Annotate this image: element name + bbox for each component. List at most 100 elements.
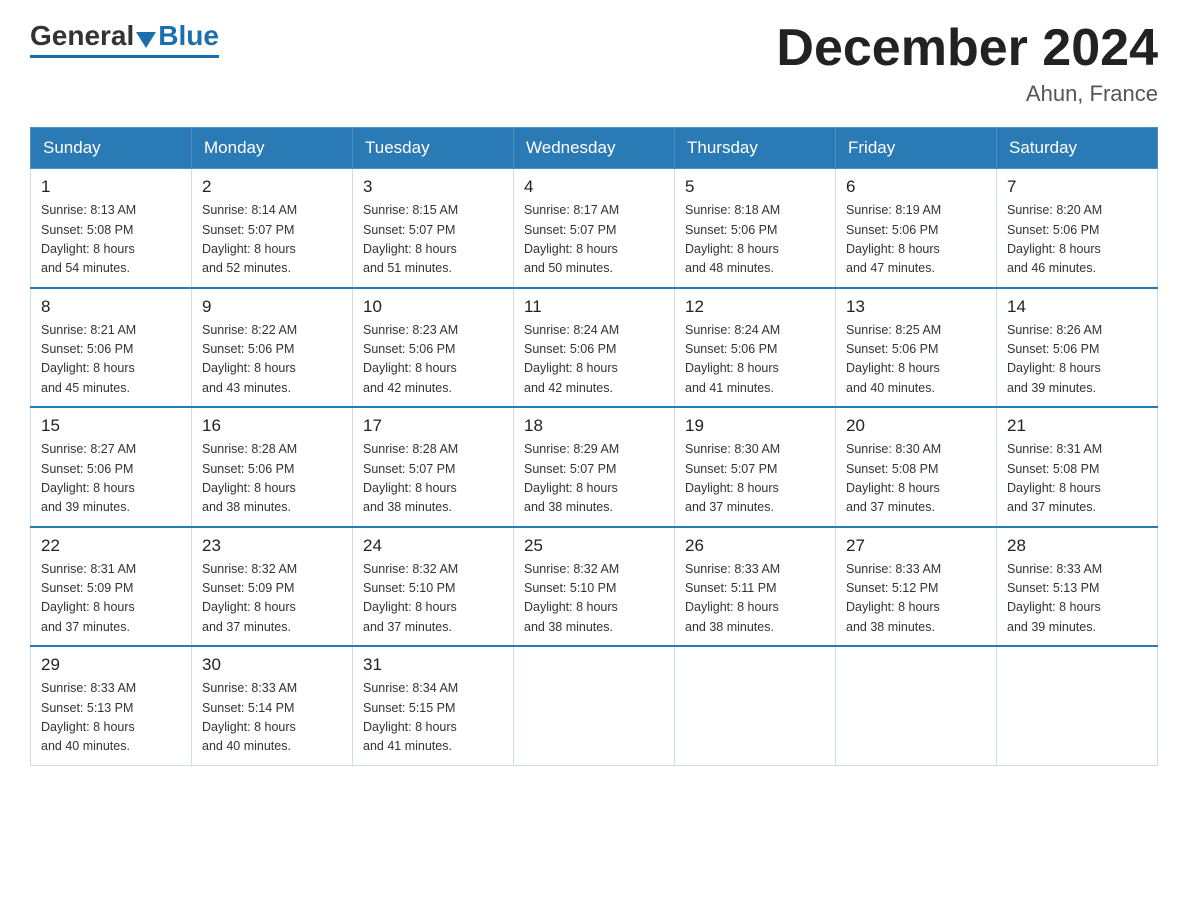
logo: General Blue: [30, 20, 219, 58]
day-info: Sunrise: 8:31 AMSunset: 5:08 PMDaylight:…: [1007, 440, 1147, 518]
day-number: 4: [524, 177, 664, 197]
table-row: 9 Sunrise: 8:22 AMSunset: 5:06 PMDayligh…: [192, 288, 353, 408]
day-info: Sunrise: 8:24 AMSunset: 5:06 PMDaylight:…: [685, 321, 825, 399]
table-row: 11 Sunrise: 8:24 AMSunset: 5:06 PMDaylig…: [514, 288, 675, 408]
table-row: 13 Sunrise: 8:25 AMSunset: 5:06 PMDaylig…: [836, 288, 997, 408]
calendar-week-row: 22 Sunrise: 8:31 AMSunset: 5:09 PMDaylig…: [31, 527, 1158, 647]
day-info: Sunrise: 8:20 AMSunset: 5:06 PMDaylight:…: [1007, 201, 1147, 279]
day-number: 3: [363, 177, 503, 197]
day-number: 11: [524, 297, 664, 317]
table-row: 27 Sunrise: 8:33 AMSunset: 5:12 PMDaylig…: [836, 527, 997, 647]
table-row: 7 Sunrise: 8:20 AMSunset: 5:06 PMDayligh…: [997, 169, 1158, 288]
day-info: Sunrise: 8:13 AMSunset: 5:08 PMDaylight:…: [41, 201, 181, 279]
day-number: 13: [846, 297, 986, 317]
day-number: 21: [1007, 416, 1147, 436]
calendar-header-row: Sunday Monday Tuesday Wednesday Thursday…: [31, 128, 1158, 169]
table-row: 17 Sunrise: 8:28 AMSunset: 5:07 PMDaylig…: [353, 407, 514, 527]
table-row: 21 Sunrise: 8:31 AMSunset: 5:08 PMDaylig…: [997, 407, 1158, 527]
calendar-table: Sunday Monday Tuesday Wednesday Thursday…: [30, 127, 1158, 766]
day-info: Sunrise: 8:26 AMSunset: 5:06 PMDaylight:…: [1007, 321, 1147, 399]
day-info: Sunrise: 8:32 AMSunset: 5:10 PMDaylight:…: [363, 560, 503, 638]
day-number: 25: [524, 536, 664, 556]
logo-triangle-icon: [136, 32, 156, 48]
table-row: 29 Sunrise: 8:33 AMSunset: 5:13 PMDaylig…: [31, 646, 192, 765]
day-info: Sunrise: 8:23 AMSunset: 5:06 PMDaylight:…: [363, 321, 503, 399]
day-info: Sunrise: 8:21 AMSunset: 5:06 PMDaylight:…: [41, 321, 181, 399]
day-number: 16: [202, 416, 342, 436]
table-row: 16 Sunrise: 8:28 AMSunset: 5:06 PMDaylig…: [192, 407, 353, 527]
table-row: 12 Sunrise: 8:24 AMSunset: 5:06 PMDaylig…: [675, 288, 836, 408]
header-saturday: Saturday: [997, 128, 1158, 169]
day-info: Sunrise: 8:30 AMSunset: 5:08 PMDaylight:…: [846, 440, 986, 518]
calendar-week-row: 1 Sunrise: 8:13 AMSunset: 5:08 PMDayligh…: [31, 169, 1158, 288]
day-info: Sunrise: 8:33 AMSunset: 5:13 PMDaylight:…: [41, 679, 181, 757]
day-info: Sunrise: 8:29 AMSunset: 5:07 PMDaylight:…: [524, 440, 664, 518]
day-number: 24: [363, 536, 503, 556]
day-info: Sunrise: 8:17 AMSunset: 5:07 PMDaylight:…: [524, 201, 664, 279]
table-row: 5 Sunrise: 8:18 AMSunset: 5:06 PMDayligh…: [675, 169, 836, 288]
day-number: 2: [202, 177, 342, 197]
title-section: December 2024 Ahun, France: [776, 20, 1158, 107]
day-number: 29: [41, 655, 181, 675]
table-row: 20 Sunrise: 8:30 AMSunset: 5:08 PMDaylig…: [836, 407, 997, 527]
day-info: Sunrise: 8:30 AMSunset: 5:07 PMDaylight:…: [685, 440, 825, 518]
month-title: December 2024: [776, 20, 1158, 77]
table-row: 14 Sunrise: 8:26 AMSunset: 5:06 PMDaylig…: [997, 288, 1158, 408]
day-info: Sunrise: 8:33 AMSunset: 5:14 PMDaylight:…: [202, 679, 342, 757]
day-number: 26: [685, 536, 825, 556]
day-info: Sunrise: 8:31 AMSunset: 5:09 PMDaylight:…: [41, 560, 181, 638]
day-number: 17: [363, 416, 503, 436]
day-number: 20: [846, 416, 986, 436]
day-info: Sunrise: 8:33 AMSunset: 5:12 PMDaylight:…: [846, 560, 986, 638]
header-sunday: Sunday: [31, 128, 192, 169]
table-row: 6 Sunrise: 8:19 AMSunset: 5:06 PMDayligh…: [836, 169, 997, 288]
calendar-week-row: 29 Sunrise: 8:33 AMSunset: 5:13 PMDaylig…: [31, 646, 1158, 765]
day-number: 9: [202, 297, 342, 317]
table-row: 18 Sunrise: 8:29 AMSunset: 5:07 PMDaylig…: [514, 407, 675, 527]
calendar-week-row: 15 Sunrise: 8:27 AMSunset: 5:06 PMDaylig…: [31, 407, 1158, 527]
day-number: 19: [685, 416, 825, 436]
day-info: Sunrise: 8:34 AMSunset: 5:15 PMDaylight:…: [363, 679, 503, 757]
table-row: 10 Sunrise: 8:23 AMSunset: 5:06 PMDaylig…: [353, 288, 514, 408]
day-number: 12: [685, 297, 825, 317]
day-number: 1: [41, 177, 181, 197]
header-thursday: Thursday: [675, 128, 836, 169]
header-monday: Monday: [192, 128, 353, 169]
logo-underline: [30, 55, 219, 58]
day-number: 31: [363, 655, 503, 675]
day-info: Sunrise: 8:27 AMSunset: 5:06 PMDaylight:…: [41, 440, 181, 518]
day-number: 8: [41, 297, 181, 317]
table-row: 15 Sunrise: 8:27 AMSunset: 5:06 PMDaylig…: [31, 407, 192, 527]
table-row: 2 Sunrise: 8:14 AMSunset: 5:07 PMDayligh…: [192, 169, 353, 288]
day-number: 7: [1007, 177, 1147, 197]
day-number: 22: [41, 536, 181, 556]
day-number: 18: [524, 416, 664, 436]
table-row: 31 Sunrise: 8:34 AMSunset: 5:15 PMDaylig…: [353, 646, 514, 765]
day-info: Sunrise: 8:28 AMSunset: 5:06 PMDaylight:…: [202, 440, 342, 518]
logo-blue-text: Blue: [158, 20, 219, 52]
table-row: 4 Sunrise: 8:17 AMSunset: 5:07 PMDayligh…: [514, 169, 675, 288]
day-number: 10: [363, 297, 503, 317]
day-info: Sunrise: 8:15 AMSunset: 5:07 PMDaylight:…: [363, 201, 503, 279]
table-row: [514, 646, 675, 765]
day-info: Sunrise: 8:18 AMSunset: 5:06 PMDaylight:…: [685, 201, 825, 279]
day-number: 5: [685, 177, 825, 197]
day-info: Sunrise: 8:22 AMSunset: 5:06 PMDaylight:…: [202, 321, 342, 399]
table-row: 8 Sunrise: 8:21 AMSunset: 5:06 PMDayligh…: [31, 288, 192, 408]
calendar-week-row: 8 Sunrise: 8:21 AMSunset: 5:06 PMDayligh…: [31, 288, 1158, 408]
day-info: Sunrise: 8:14 AMSunset: 5:07 PMDaylight:…: [202, 201, 342, 279]
table-row: [675, 646, 836, 765]
day-info: Sunrise: 8:33 AMSunset: 5:13 PMDaylight:…: [1007, 560, 1147, 638]
day-info: Sunrise: 8:33 AMSunset: 5:11 PMDaylight:…: [685, 560, 825, 638]
day-number: 23: [202, 536, 342, 556]
day-number: 6: [846, 177, 986, 197]
day-number: 14: [1007, 297, 1147, 317]
day-info: Sunrise: 8:28 AMSunset: 5:07 PMDaylight:…: [363, 440, 503, 518]
table-row: 19 Sunrise: 8:30 AMSunset: 5:07 PMDaylig…: [675, 407, 836, 527]
day-number: 27: [846, 536, 986, 556]
day-info: Sunrise: 8:24 AMSunset: 5:06 PMDaylight:…: [524, 321, 664, 399]
day-number: 28: [1007, 536, 1147, 556]
table-row: 25 Sunrise: 8:32 AMSunset: 5:10 PMDaylig…: [514, 527, 675, 647]
table-row: 1 Sunrise: 8:13 AMSunset: 5:08 PMDayligh…: [31, 169, 192, 288]
table-row: 23 Sunrise: 8:32 AMSunset: 5:09 PMDaylig…: [192, 527, 353, 647]
